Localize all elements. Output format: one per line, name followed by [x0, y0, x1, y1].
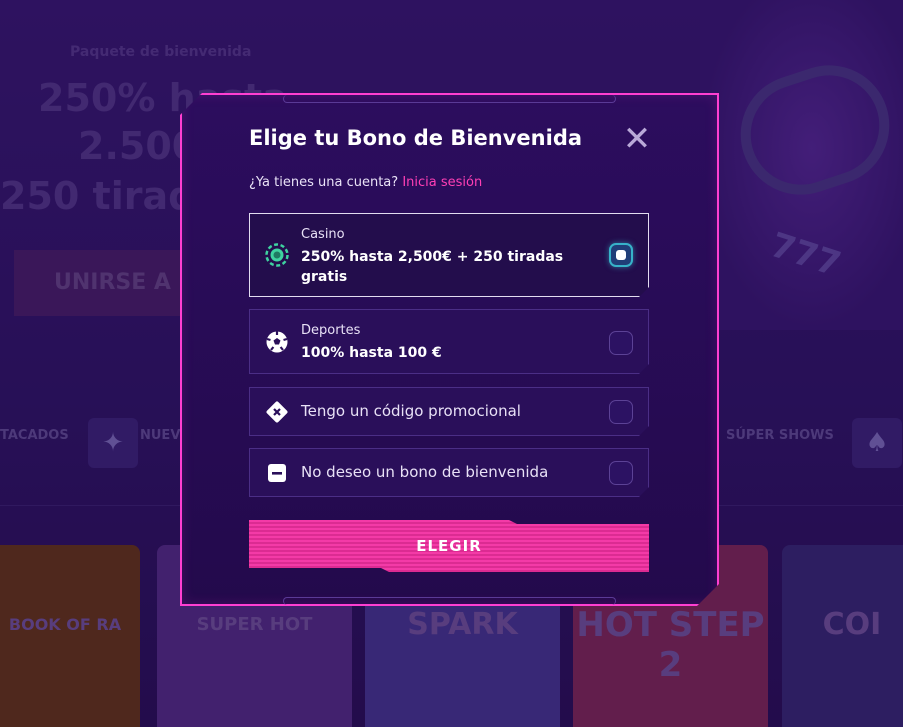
- option-description: 250% hasta 2,500€ + 250 tiradas gratis: [301, 249, 564, 285]
- option-radio[interactable]: [609, 400, 633, 424]
- option-radio[interactable]: [609, 461, 633, 485]
- option-category: Casino: [301, 227, 345, 242]
- option-radio[interactable]: [609, 331, 633, 355]
- bonus-option-no-bonus[interactable]: No deseo un bono de bienvenida: [249, 448, 649, 497]
- modal-bottom-tab: [283, 597, 616, 605]
- no-bonus-icon: [265, 461, 289, 485]
- choose-button[interactable]: ELEGIR: [249, 520, 649, 572]
- modal-top-tab: [283, 95, 616, 103]
- modal-title: Elige tu Bono de Bienvenida: [249, 126, 583, 150]
- bonus-option-casino[interactable]: Casino 250% hasta 2,500€ + 250 tiradas g…: [249, 213, 649, 297]
- bonus-option-sports[interactable]: Deportes 100% hasta 100 €: [249, 309, 649, 374]
- close-icon[interactable]: ✕: [620, 122, 654, 158]
- account-prompt-text: ¿Ya tienes una cuenta?: [249, 175, 399, 190]
- login-link[interactable]: Inicia sesión: [402, 175, 482, 190]
- bonus-option-promo-code[interactable]: Tengo un código promocional: [249, 387, 649, 436]
- account-prompt: ¿Ya tienes una cuenta? Inicia sesión: [249, 175, 482, 190]
- soccer-ball-icon: [265, 330, 289, 354]
- option-label: Tengo un código promocional: [301, 402, 521, 420]
- casino-chip-icon: [265, 243, 289, 267]
- promo-ticket-icon: [265, 400, 289, 424]
- option-radio-checked[interactable]: [609, 243, 633, 267]
- option-description: 100% hasta 100 €: [301, 345, 442, 361]
- option-label: No deseo un bono de bienvenida: [301, 463, 549, 481]
- option-category: Deportes: [301, 323, 361, 338]
